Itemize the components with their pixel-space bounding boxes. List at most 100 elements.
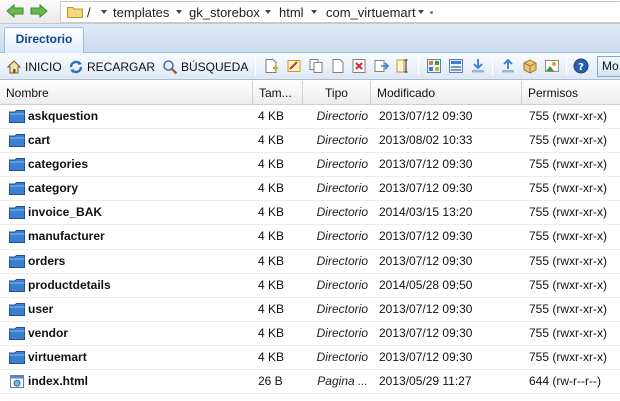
search-icon — [163, 59, 178, 74]
breadcrumb-item-html[interactable]: html — [279, 5, 304, 20]
file-permissions: 755 (rwxr-xr-x) — [529, 277, 607, 292]
delete-icon[interactable] — [351, 58, 367, 74]
file-size: 4 KB — [258, 349, 285, 364]
thumbnails-view-icon[interactable] — [426, 58, 442, 74]
file-permissions: 755 (rwxr-xr-x) — [529, 109, 607, 123]
svg-text:?: ? — [578, 62, 584, 73]
file-size: 4 KB — [258, 253, 285, 268]
list-view-icon[interactable] — [448, 58, 464, 74]
new-file-icon[interactable] — [263, 58, 279, 74]
upload-icon[interactable] — [500, 58, 516, 74]
column-header-size[interactable]: Tam... — [253, 81, 303, 105]
folder-icon — [9, 350, 25, 364]
file-size: 4 KB — [258, 277, 285, 292]
chevron-down-icon[interactable] — [418, 10, 424, 14]
table-row[interactable]: vendor 4 KB Directorio 2013/07/12 09:30 755 … — [0, 322, 620, 346]
column-header-modified[interactable]: Modificado — [371, 81, 522, 105]
folder-icon — [9, 134, 25, 148]
breadcrumb: / templates gk_storebox html com_virtuem… — [60, 1, 620, 23]
file-size: 4 KB — [258, 157, 285, 172]
table-row[interactable]: cart 4 KB Directorio 2013/08/02 10:33 755 (r… — [0, 129, 620, 154]
file-name: askquestion — [28, 109, 99, 123]
file-modified: 2013/07/12 09:30 — [379, 325, 473, 340]
file-permissions: 755 (rwxr-xr-x) — [529, 205, 607, 220]
chevron-down-icon[interactable] — [311, 10, 317, 14]
file-type: Directorio — [316, 181, 368, 196]
file-name: categories — [28, 157, 89, 172]
breadcrumb-item-templates[interactable]: templates — [113, 5, 169, 20]
table-row[interactable]: productdetails 4 KB Directorio 2014/05/28 0… — [0, 274, 620, 298]
edit-file-icon[interactable] — [286, 58, 302, 74]
home-icon — [6, 59, 22, 73]
folder-icon — [67, 7, 83, 18]
file-type: Directorio — [316, 205, 368, 220]
breadcrumb-bar: / templates gk_storebox html com_virtuem… — [0, 0, 620, 24]
home-button[interactable]: INICIO — [6, 57, 62, 76]
table-row[interactable]: virtuemart 4 KB Directorio 2013/07/12 09:30… — [0, 346, 620, 371]
back-arrow-icon[interactable] — [6, 3, 24, 19]
file-modified: 2013/07/12 09:30 — [379, 253, 473, 268]
tab-directorio[interactable]: Directorio — [4, 27, 84, 53]
move-icon[interactable] — [373, 58, 389, 74]
file-permissions: 755 (rwxr-xr-x) — [529, 157, 607, 172]
file-modified: 2013/07/12 09:30 — [379, 157, 473, 172]
rename-icon[interactable] — [395, 58, 411, 74]
breadcrumb-item-com-virtuemart[interactable]: com_virtuemart — [326, 5, 416, 20]
html-file-icon — [9, 375, 25, 389]
copy-icon[interactable] — [308, 58, 324, 74]
chevron-down-icon[interactable] — [265, 10, 271, 14]
reload-icon — [69, 60, 83, 73]
table-row[interactable]: index.html 26 B Pagina ... 2013/05/29 11:27… — [0, 370, 620, 395]
file-permissions: 755 (rwxr-xr-x) — [529, 349, 607, 364]
toolbar-separator — [255, 57, 256, 76]
table-row[interactable]: invoice_BAK 4 KB Directorio 2014/03/15 13:2… — [0, 201, 620, 226]
column-header-permissions[interactable]: Permisos — [522, 81, 620, 105]
folder-icon — [9, 206, 25, 220]
file-name: orders — [28, 253, 66, 268]
table-row[interactable]: askquestion 4 KB Directorio 2013/07/12 09:3… — [0, 105, 620, 130]
table-row[interactable]: user 4 KB Directorio 2013/07/12 09:30 755 (r… — [0, 298, 620, 322]
table-row[interactable]: orders 4 KB Directorio 2013/07/12 09:30 755 … — [0, 250, 620, 274]
file-modified: 2013/07/12 09:30 — [379, 349, 473, 364]
table-row[interactable]: manufacturer 4 KB Directorio 2013/07/12 09:… — [0, 225, 620, 250]
file-type: Pagina ... — [317, 374, 368, 389]
archive-icon[interactable] — [522, 58, 538, 74]
search-button[interactable]: BÚSQUEDA — [162, 57, 248, 76]
file-list: askquestion 4 KB Directorio 2013/07/12 09:3… — [0, 105, 620, 395]
chevron-down-icon[interactable] — [176, 10, 182, 14]
column-header-name[interactable]: Nombre — [0, 81, 253, 105]
help-icon[interactable]: ? — [573, 58, 589, 74]
file-name: manufacturer — [28, 229, 105, 244]
file-permissions: 755 (rwxr-xr-x) — [529, 325, 607, 340]
breadcrumb-item-root[interactable]: / — [87, 5, 91, 20]
file-type: Directorio — [316, 229, 368, 244]
download-icon[interactable] — [470, 58, 486, 74]
folder-icon — [9, 254, 25, 268]
reload-button[interactable]: RECARGAR — [68, 57, 155, 76]
file-type: Directorio — [316, 277, 368, 292]
file-permissions: 755 (rwxr-xr-x) — [529, 301, 607, 316]
file-modified: 2013/05/29 11:27 — [379, 374, 472, 389]
chevron-down-icon[interactable] — [101, 10, 107, 14]
home-label: INICIO — [25, 59, 62, 74]
file-modified: 2013/07/12 09:30 — [379, 301, 473, 316]
file-name: productdetails — [28, 277, 111, 292]
file-permissions: 755 (rwxr-xr-x) — [529, 181, 607, 196]
file-modified: 2014/03/15 13:20 — [379, 205, 473, 220]
file-size: 4 KB — [258, 205, 285, 220]
image-editor-icon[interactable] — [544, 58, 560, 74]
folder-icon — [9, 110, 25, 123]
mode-selector[interactable]: Mo — [597, 56, 620, 77]
toolbar: INICIO RECARGAR BÚSQUEDA ? Mo — [0, 53, 620, 80]
blank-file-icon[interactable] — [330, 58, 346, 74]
file-name: virtuemart — [28, 349, 87, 364]
table-row[interactable]: category 4 KB Directorio 2013/07/12 09:30 75… — [0, 177, 620, 202]
file-type: Directorio — [316, 253, 368, 268]
forward-arrow-icon[interactable] — [30, 3, 48, 19]
table-row[interactable]: categories 4 KB Directorio 2013/07/12 09:30… — [0, 153, 620, 178]
folder-icon — [9, 326, 25, 340]
column-header-type[interactable]: Tipo — [303, 81, 371, 105]
folder-icon — [9, 182, 25, 196]
file-size: 4 KB — [258, 325, 285, 340]
breadcrumb-item-gk-storebox[interactable]: gk_storebox — [189, 5, 260, 20]
